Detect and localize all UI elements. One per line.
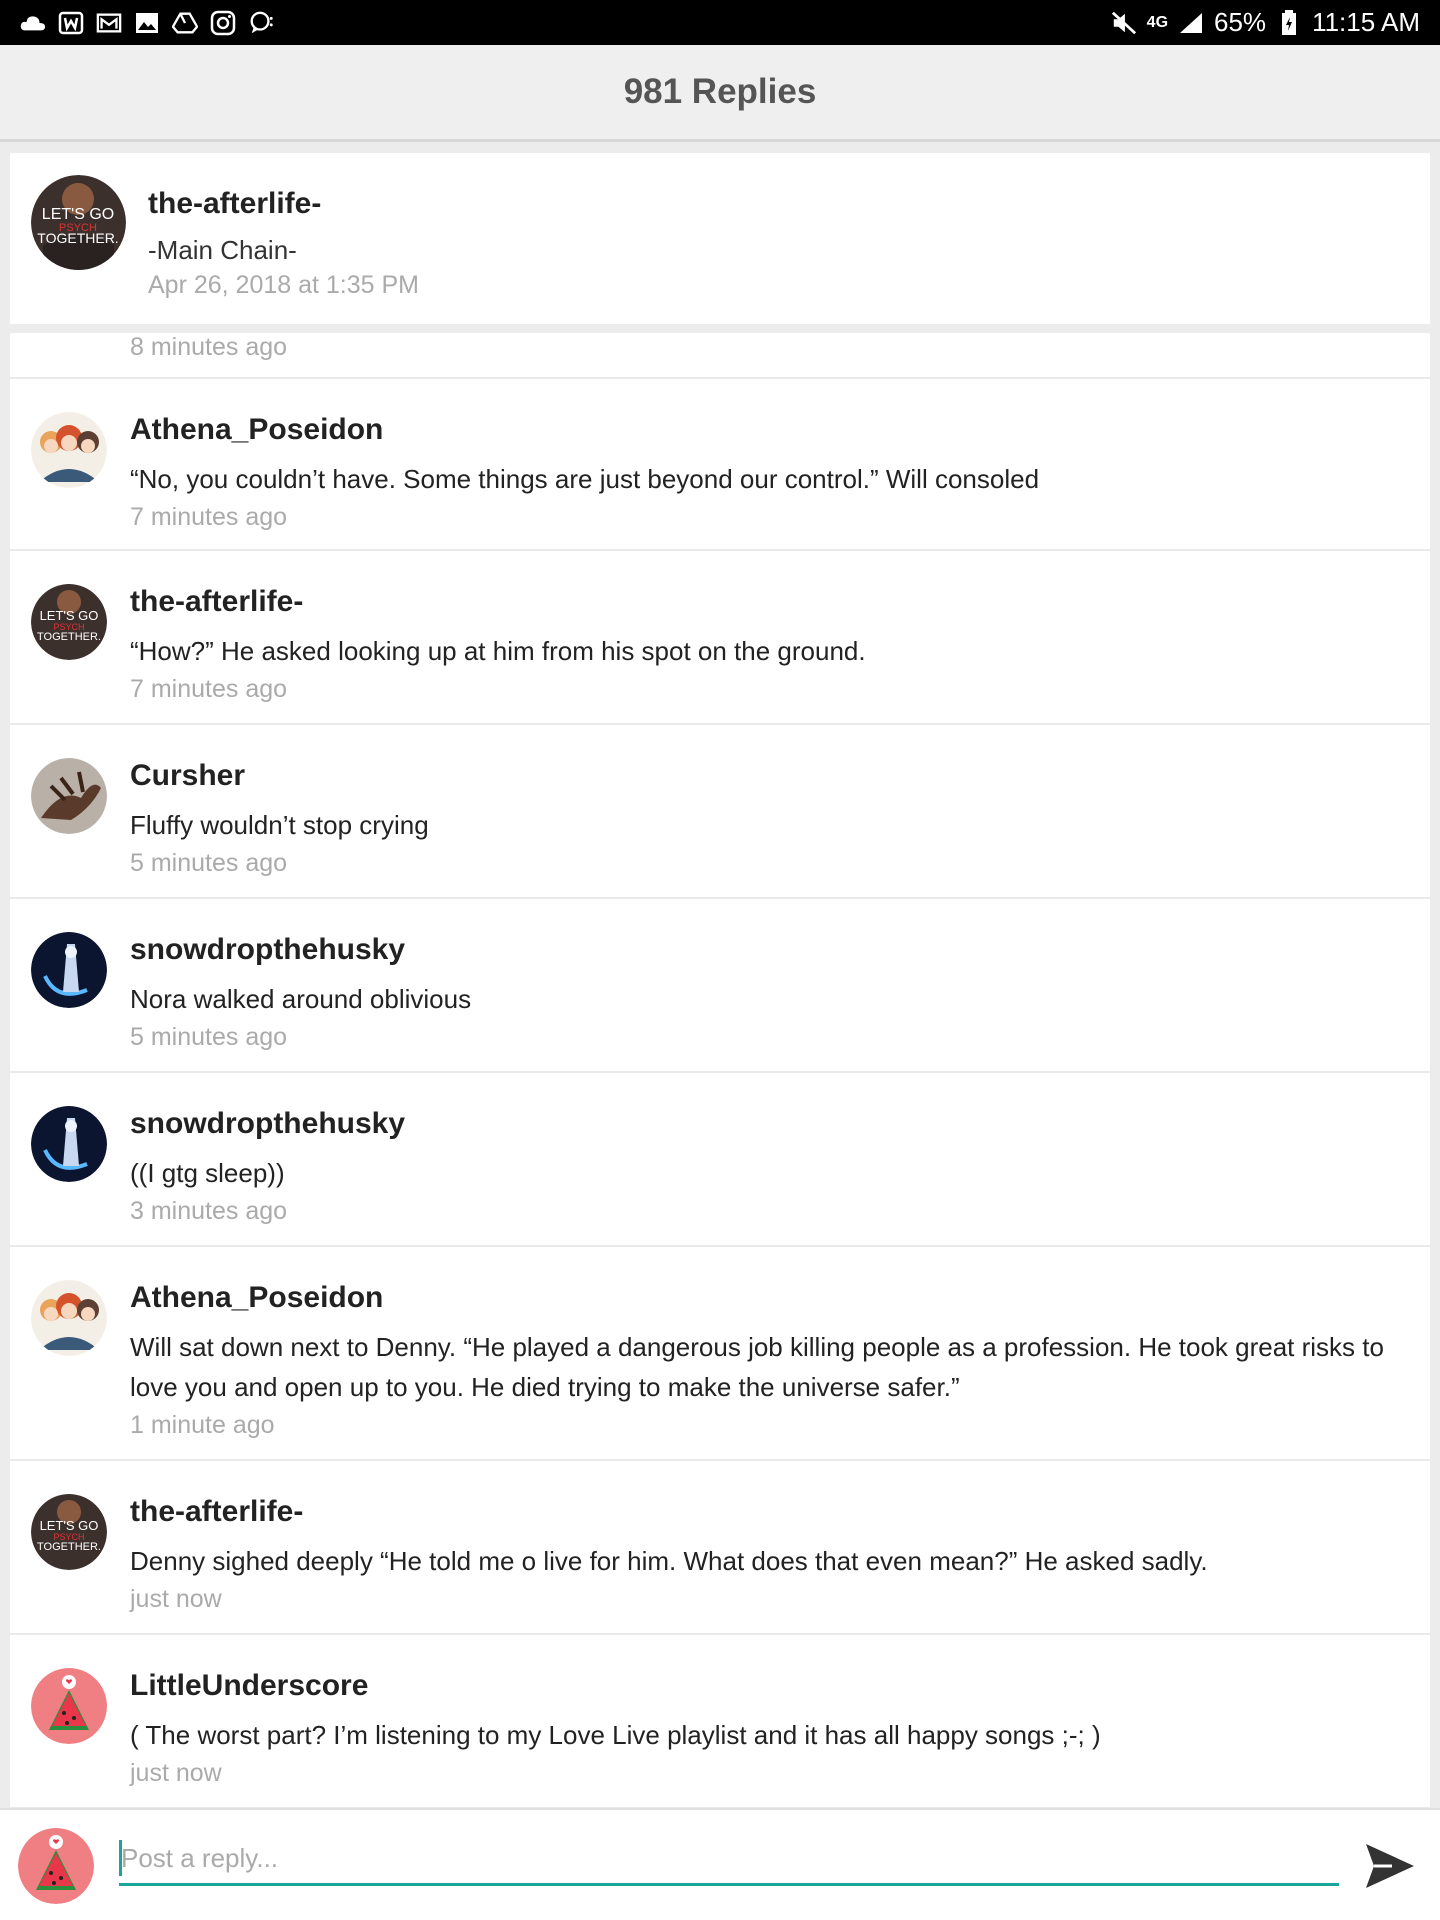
send-icon [1366, 1844, 1414, 1888]
reply-author[interactable]: snowdropthehusky [130, 1107, 405, 1141]
reply-input[interactable] [119, 1834, 1339, 1886]
list-item[interactable]: snowdropthehusky ((I gtg sleep)) 3 minutes… [10, 1073, 1430, 1247]
notification-icons [20, 10, 274, 36]
reply-body: “No, you couldn’t have. Some things are … [130, 459, 1420, 535]
reply-time: 7 minutes ago [130, 675, 288, 703]
drive-icon [172, 10, 198, 36]
reply-body: ( The worst part? I’m listening to my Lo… [130, 1715, 1420, 1791]
list-item[interactable]: Athena_Poseidon “No, you couldn’t have. S… [10, 377, 1430, 551]
reply-author[interactable]: the-afterlife- [130, 1495, 303, 1529]
status-bar: 4G 65% 11:15 AM [0, 0, 1440, 45]
page-title: 981 Replies [623, 72, 817, 111]
reply-time: 1 minute ago [130, 1411, 275, 1439]
reply-list: 8 minutes ago Athena_Poseidon “No, you co… [10, 333, 1430, 1808]
photo-icon [134, 10, 160, 36]
list-item[interactable]: LET'S GO PSYCH TOGETHER. the-afterlife- Denn… [10, 1461, 1430, 1635]
reply-text: ((I gtg sleep)) [130, 1158, 285, 1188]
thread-content[interactable]: LET'S GO PSYCH TOGETHER. the-afterlife- … [10, 153, 1430, 1808]
network-label: 4G [1146, 13, 1169, 31]
reply-time: 8 minutes ago [130, 333, 288, 361]
avatar[interactable]: LET'S GO PSYCH TOGETHER. [31, 584, 107, 660]
reply-text: “How?” He asked looking up at him from h… [130, 636, 866, 666]
reply-body: Fluffy wouldn’t stop crying 5 minutes ago [130, 805, 1420, 881]
reply-composer [0, 1808, 1440, 1920]
reply-body: Will sat down next to Denny. “He played … [130, 1327, 1420, 1443]
reply-text: ( The worst part? I’m listening to my Lo… [130, 1720, 1101, 1750]
reply-author[interactable]: Cursher [130, 759, 245, 793]
list-item[interactable]: Cursher Fluffy wouldn’t stop crying 5 minu… [10, 725, 1430, 899]
avatar[interactable]: LET'S GO PSYCH TOGETHER. [31, 1494, 107, 1570]
avatar-text-line3: TOGETHER. [37, 631, 101, 643]
reply-text: Denny sighed deeply “He told me o live f… [130, 1546, 1208, 1576]
reply-text: Nora walked around oblivious [130, 984, 472, 1014]
reply-author[interactable]: Athena_Poseidon [130, 413, 383, 447]
reply-time: 3 minutes ago [130, 1197, 288, 1225]
reply-text: Will sat down next to Denny. “He played … [130, 1332, 1384, 1402]
list-item[interactable]: LET'S GO PSYCH TOGETHER. the-afterlife- “How… [10, 551, 1430, 725]
clock: 11:15 AM [1312, 7, 1420, 37]
system-status: 4G 65% 11:15 AM [1111, 7, 1420, 38]
reply-body: ((I gtg sleep)) 3 minutes ago [130, 1153, 1420, 1229]
reply-author[interactable]: LittleUnderscore [130, 1669, 368, 1703]
avatar[interactable] [18, 1828, 94, 1904]
reply-author[interactable]: the-afterlife- [130, 585, 303, 619]
cloud-icon [20, 10, 46, 36]
avatar[interactable] [31, 1106, 107, 1182]
reply-body: “How?” He asked looking up at him from h… [130, 631, 1420, 707]
reply-body: Denny sighed deeply “He told me o live f… [130, 1541, 1420, 1617]
post-date: Apr 26, 2018 at 1:35 PM [148, 271, 420, 299]
reply-time: 7 minutes ago [130, 503, 288, 531]
avatar-text-line1: LET'S GO [40, 608, 99, 623]
battery-percent: 65% [1214, 7, 1267, 37]
avatar[interactable] [31, 412, 107, 488]
reply-time: 5 minutes ago [130, 1023, 288, 1051]
mute-icon [1111, 10, 1137, 36]
chat-icon [248, 10, 274, 36]
avatar[interactable]: LET'S GO PSYCH TOGETHER. [31, 175, 126, 270]
reply-text: Fluffy wouldn’t stop crying [130, 810, 429, 840]
reply-time: just now [130, 1585, 222, 1613]
battery-icon [1276, 9, 1302, 36]
avatar-text-line1: LET'S GO [42, 206, 114, 223]
avatar-text-line3: TOGETHER. [37, 230, 118, 246]
page-header: 981 Replies [0, 45, 1440, 142]
mail-icon [96, 10, 122, 36]
send-button[interactable] [1362, 1838, 1418, 1894]
reply-body: Nora walked around oblivious 5 minutes ag… [130, 979, 1420, 1055]
avatar[interactable] [31, 1668, 107, 1744]
avatar[interactable] [31, 1280, 107, 1356]
main-post[interactable]: LET'S GO PSYCH TOGETHER. the-afterlife- … [10, 153, 1430, 324]
reply-text: “No, you couldn’t have. Some things are … [130, 464, 1040, 494]
reply-author[interactable]: Athena_Poseidon [130, 1281, 383, 1315]
avatar[interactable] [31, 758, 107, 834]
post-author[interactable]: the-afterlife- [148, 187, 321, 221]
avatar[interactable] [31, 932, 107, 1008]
reply-author[interactable]: snowdropthehusky [130, 933, 405, 967]
text-cursor [119, 1840, 122, 1876]
reply-time: 5 minutes ago [130, 849, 288, 877]
wattpad-icon [58, 10, 84, 36]
list-item[interactable]: snowdropthehusky Nora walked around obliv… [10, 899, 1430, 1073]
avatar-text-line3: TOGETHER. [37, 1541, 101, 1553]
instagram-icon [210, 10, 236, 36]
list-item[interactable]: Athena_Poseidon Will sat down next to Den… [10, 1247, 1430, 1461]
list-item[interactable]: LittleUnderscore ( The worst part? I’m li… [10, 1635, 1430, 1808]
post-title: -Main Chain- [148, 235, 297, 265]
avatar-text-line1: LET'S GO [40, 1518, 99, 1533]
signal-icon [1178, 10, 1204, 36]
reply-time: just now [130, 1759, 222, 1787]
